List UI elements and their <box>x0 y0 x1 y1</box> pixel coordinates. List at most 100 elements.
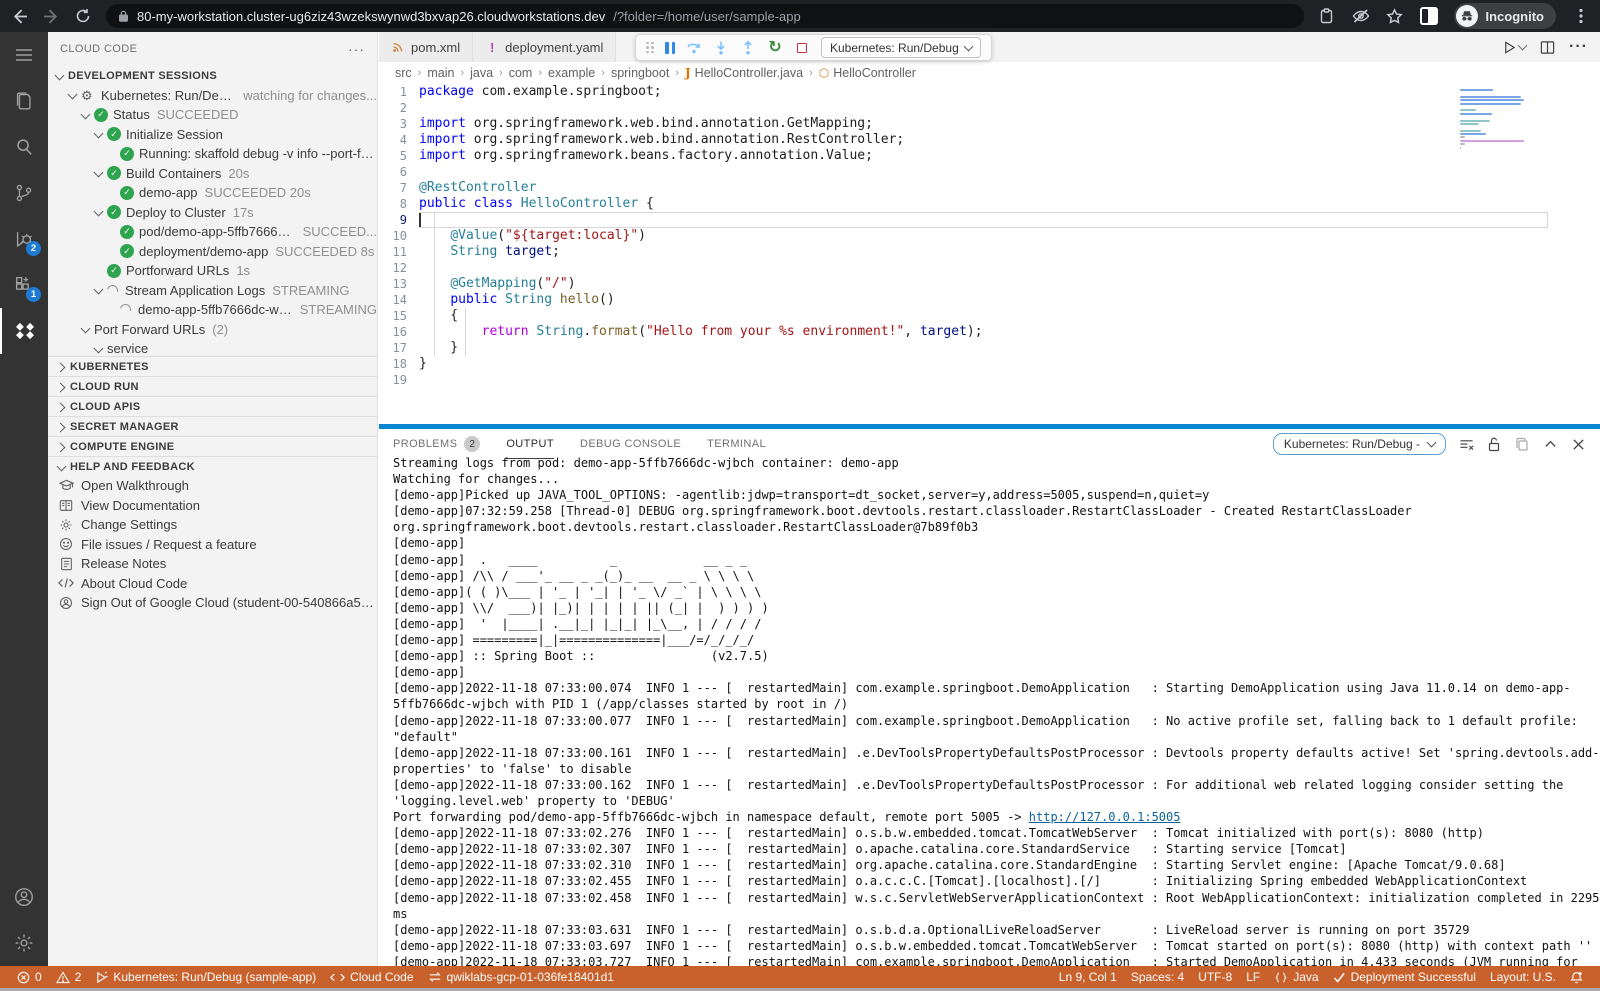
menu-icon[interactable] <box>0 32 48 78</box>
status-warnings-count[interactable]: 2 <box>49 966 89 988</box>
status-eol[interactable]: LF <box>1239 966 1267 988</box>
help-item-docs[interactable]: View Documentation <box>48 496 377 516</box>
tree-item[interactable]: ✓StatusSUCCEEDED <box>48 105 377 125</box>
close-panel-icon[interactable] <box>1570 436 1586 452</box>
status-errors-count[interactable]: 0 <box>10 966 49 988</box>
status-debug-session[interactable]: Kubernetes: Run/Debug (sample-app) <box>88 966 323 988</box>
breadcrumb-item[interactable]: src <box>395 66 412 80</box>
explorer-icon[interactable] <box>0 78 48 124</box>
code-editor[interactable]: 1package com.example.springboot;23import… <box>379 84 1600 424</box>
tree-item[interactable]: ✓Portforward URLs1s <box>48 261 377 281</box>
tree-item[interactable]: ✓Running: skaffold debug -v info --port-… <box>48 144 377 164</box>
clipboard-icon[interactable] <box>1318 7 1336 25</box>
run-file-button[interactable] <box>1502 40 1526 55</box>
stop-icon[interactable] <box>794 40 810 56</box>
settings-icon[interactable] <box>0 920 48 966</box>
tree-item[interactable]: ✓Initialize Session <box>48 125 377 145</box>
breadcrumb-item[interactable]: main <box>427 66 454 80</box>
output-channel-selector[interactable]: Kubernetes: Run/Debug - <box>1273 433 1446 455</box>
editor-more-icon[interactable]: ··· <box>1569 38 1588 56</box>
debug-profile-selector[interactable]: Kubernetes: Run/Debug <box>821 37 981 58</box>
clear-output-icon[interactable] <box>1458 436 1474 452</box>
sidebar-section-cloud-apis[interactable]: CLOUD APIS <box>48 396 377 416</box>
eye-off-icon[interactable] <box>1352 7 1370 25</box>
status-gcp-project[interactable]: qwiklabs-gcp-01-036fe18401d1 <box>421 966 621 988</box>
sidebar-section-compute-engine[interactable]: COMPUTE ENGINE <box>48 436 377 456</box>
status-encoding[interactable]: UTF-8 <box>1191 966 1239 988</box>
split-editor-icon[interactable] <box>1540 40 1555 55</box>
editor-tab-pom-xml[interactable]: pom.xml <box>379 32 473 62</box>
log-text: [demo-app]2022-11-18 07:33:02.276 INFO 1… <box>393 826 1484 840</box>
tree-item[interactable]: service <box>48 339 377 356</box>
status-indentation[interactable]: Spaces: 4 <box>1124 966 1191 988</box>
help-item-notes[interactable]: Release Notes <box>48 554 377 574</box>
tree-item[interactable]: ✓Deploy to Cluster17s <box>48 203 377 223</box>
browser-menu-icon[interactable] <box>1572 7 1590 25</box>
run-debug-icon[interactable]: 2 <box>0 216 48 262</box>
step-over-icon[interactable] <box>686 40 702 56</box>
status-notifications[interactable] <box>1563 966 1590 988</box>
tree-section-header[interactable]: DEVELOPMENT SESSIONS <box>48 66 377 86</box>
panel-tab-label: OUTPUT <box>506 438 554 450</box>
output-log[interactable]: Streaming logs from pod: demo-app-5ffb76… <box>379 455 1600 966</box>
status-cloud-code[interactable]: Cloud Code <box>323 966 420 988</box>
profile-chip[interactable]: Incognito <box>1454 3 1557 29</box>
success-check-icon: ✓ <box>107 205 121 219</box>
account-icon[interactable] <box>0 874 48 920</box>
tree-item[interactable]: ✓deployment/demo-appSUCCEEDED 8s <box>48 242 377 262</box>
maximize-panel-icon[interactable] <box>1542 436 1558 452</box>
search-icon[interactable] <box>0 124 48 170</box>
copy-output-icon[interactable] <box>1514 436 1530 452</box>
sidebar-section-help-and-feedback[interactable]: HELP AND FEEDBACK <box>48 456 377 476</box>
sidebar-more-icon[interactable]: ··· <box>348 41 365 57</box>
pause-button[interactable] <box>665 42 675 54</box>
tree-item[interactable]: ✓Build Containers20s <box>48 164 377 184</box>
breadcrumb-item[interactable]: HelloController <box>833 66 916 80</box>
tree-item[interactable]: demo-app-5ffb7666dc-wjbchSTREAMING <box>48 300 377 320</box>
code-line-text <box>419 260 1600 276</box>
unlock-icon[interactable] <box>1486 436 1502 452</box>
side-panel-icon[interactable] <box>1420 7 1438 25</box>
extensions-icon[interactable]: 1 <box>0 262 48 308</box>
status-deployment-status[interactable]: Deployment Successful <box>1326 966 1483 988</box>
minimap[interactable] <box>1456 87 1528 155</box>
reload-icon[interactable] <box>74 7 92 25</box>
step-into-icon[interactable] <box>713 40 729 56</box>
tree-item[interactable]: ✓pod/demo-app-5ffb7666dc-wjbchSUCCEED... <box>48 222 377 242</box>
help-item-walkthrough[interactable]: Open Walkthrough <box>48 476 377 496</box>
cloud-code-icon[interactable] <box>0 308 48 354</box>
line-number: 13 <box>379 276 419 292</box>
tree-item[interactable]: Port Forward URLs(2) <box>48 320 377 340</box>
tree-item[interactable]: ✓demo-appSUCCEEDED 20s <box>48 183 377 203</box>
breadcrumb-item[interactable]: com <box>509 66 533 80</box>
forward-icon[interactable] <box>42 7 60 25</box>
breadcrumb-item[interactable]: example <box>548 66 595 80</box>
port-forward-link[interactable]: http://127.0.0.1:5005 <box>1029 810 1181 824</box>
editor-tab-deployment-yaml[interactable]: !deployment.yaml <box>473 32 616 62</box>
source-control-icon[interactable] <box>0 170 48 216</box>
status-keyboard-layout[interactable]: Layout: U.S. <box>1483 966 1563 988</box>
breadcrumb-item[interactable]: springboot <box>611 66 669 80</box>
url-bar[interactable]: 80-my-workstation.cluster-ug6ziz43wzeksw… <box>106 4 1304 28</box>
step-out-icon[interactable] <box>740 40 756 56</box>
log-line: [demo-app]Picked up JAVA_TOOL_OPTIONS: -… <box>393 487 1600 503</box>
breadcrumb-item[interactable]: java <box>470 66 493 80</box>
breadcrumb-item[interactable]: HelloController.java <box>695 66 803 80</box>
line-number: 18 <box>379 356 419 372</box>
sidebar-section-kubernetes[interactable]: KUBERNETES <box>48 356 377 376</box>
sidebar-section-cloud-run[interactable]: CLOUD RUN <box>48 376 377 396</box>
sidebar-section-secret-manager[interactable]: SECRET MANAGER <box>48 416 377 436</box>
help-item-settings[interactable]: Change Settings <box>48 515 377 535</box>
status-cursor-position[interactable]: Ln 9, Col 1 <box>1052 966 1124 988</box>
drag-handle-icon[interactable] <box>646 42 654 54</box>
back-icon[interactable] <box>10 7 28 25</box>
help-item-signout[interactable]: Sign Out of Google Cloud (student-00-540… <box>48 593 377 613</box>
help-item-code[interactable]: About Cloud Code <box>48 574 377 594</box>
tree-item[interactable]: ⚙Kubernetes: Run/Debugwatching for chang… <box>48 86 377 106</box>
help-item-smiley[interactable]: File issues / Request a feature <box>48 535 377 555</box>
bookmark-star-icon[interactable] <box>1386 7 1404 25</box>
status-language-mode[interactable]: Java <box>1267 966 1325 988</box>
restart-icon[interactable]: ↻ <box>767 40 783 56</box>
log-text: [demo-app] \\/ ___)| |_)| | | | | || (_|… <box>393 601 769 615</box>
tree-item[interactable]: Stream Application LogsSTREAMING <box>48 281 377 301</box>
